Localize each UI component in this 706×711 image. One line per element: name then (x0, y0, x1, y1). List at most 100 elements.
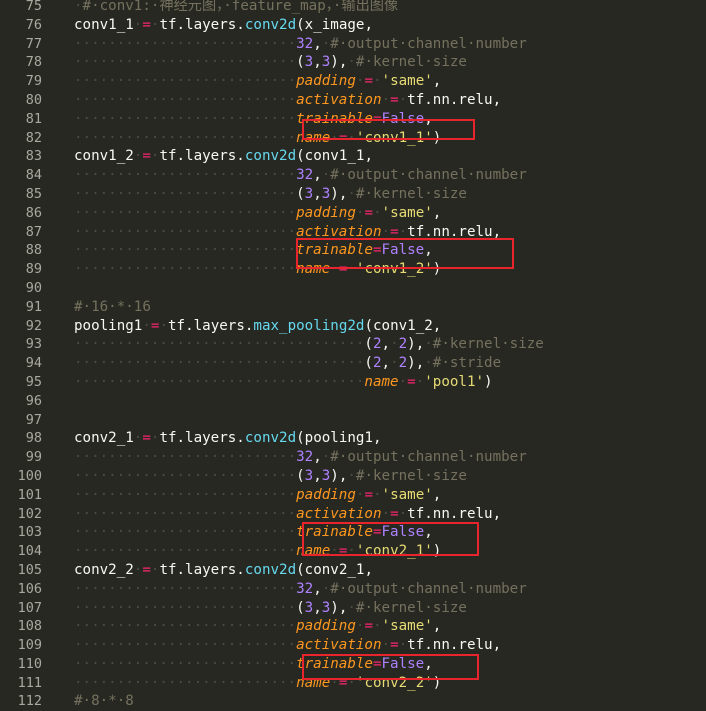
code-line[interactable]: 105 conv2_2·=·tf.layers.conv2d(conv2_1, (0, 561, 706, 580)
code-token: 32 (296, 580, 314, 597)
code-line[interactable]: 92 pooling1·=·tf.layers.max_pooling2d(con… (0, 317, 706, 336)
line-number: 94 (25, 355, 42, 372)
code-token: 'conv2_2' (355, 674, 433, 691)
code-text: ··································(2,·2)… (74, 354, 501, 373)
line-number: 75 (25, 0, 42, 14)
code-token: · (347, 467, 356, 484)
code-line[interactable]: 106 ··························32,·#·outpu… (0, 580, 706, 599)
code-text: #·8·*·8 (74, 692, 134, 711)
code-line[interactable]: 87 ··························activation·=… (0, 223, 706, 242)
code-token: tf.layers. (159, 561, 245, 578)
code-line[interactable]: 80 ··························activation·=… (0, 91, 706, 110)
code-line[interactable]: 94 ··································(2,·… (0, 354, 706, 373)
code-text: pooling1·=·tf.layers.max_pooling2d(conv1… (74, 317, 441, 336)
code-line[interactable]: 81 ··························trainable=Fa… (0, 110, 706, 129)
code-line[interactable]: 89 ··························name·=·'conv… (0, 260, 706, 279)
code-text: conv2_1·=·tf.layers.conv2d(pooling1, (74, 429, 382, 448)
code-token: , (313, 185, 322, 202)
code-line[interactable]: 104 ··························name·=·'con… (0, 542, 706, 561)
code-line[interactable]: 91 #·16·*·16 (0, 298, 706, 317)
code-token: · (330, 261, 339, 278)
line-number: 112 (17, 693, 42, 710)
code-line[interactable]: 84 ··························32,·#·output… (0, 166, 706, 185)
code-line[interactable]: 97 (0, 411, 706, 430)
code-token: activation (296, 505, 382, 522)
code-text: ··························padding·=·'sam… (74, 486, 441, 505)
code-line[interactable]: 78 ··························(3,3),·#·ker… (0, 53, 706, 72)
code-line[interactable]: 86 ··························padding·=·'s… (0, 204, 706, 223)
code-token: ·························· (74, 167, 297, 184)
code-line[interactable]: 77 ··························32,·#·output… (0, 35, 706, 54)
line-number: 111 (17, 674, 42, 691)
code-text: ··························trainable=Fals… (74, 241, 433, 260)
code-token: ·························· (74, 35, 297, 52)
code-text: ··························(3,3),·#·kerne… (74, 467, 467, 486)
line-number: 109 (17, 637, 42, 654)
code-line[interactable]: 100 ··························(3,3),·#·ke… (0, 467, 706, 486)
code-line[interactable]: 90 (0, 279, 706, 298)
code-line[interactable]: 95 ··································name… (0, 373, 706, 392)
code-editor[interactable]: 75 ·#·conv1:·神经元图，·feature_map，·输出图像 76 con… (0, 0, 706, 711)
code-text: ··························32,·#·output·c… (74, 448, 527, 467)
code-line[interactable]: 75 ·#·conv1:·神经元图，·feature_map，·输出图像 (0, 0, 706, 16)
code-text: ··························32,·#·output·c… (74, 166, 527, 185)
code-line[interactable]: 76 conv1_1·=·tf.layers.conv2d(x_image, (0, 16, 706, 35)
line-number: 79 (25, 73, 42, 90)
code-line[interactable]: 101 ··························padding·=·'… (0, 486, 706, 505)
code-line[interactable]: 88 ··························trainable=Fa… (0, 241, 706, 260)
code-line[interactable]: 112 #·8·*·8 (0, 692, 706, 711)
code-line[interactable]: 108 ··························padding·=·'… (0, 617, 706, 636)
code-token: ) (432, 129, 442, 146)
code-token: activation (296, 637, 382, 654)
code-token: (conv1_2, (364, 317, 442, 334)
code-line[interactable]: 85 ··························(3,3),·#·ker… (0, 185, 706, 204)
code-token: · (330, 129, 339, 146)
code-line[interactable]: 93 ··································(2,·… (0, 335, 706, 354)
code-line[interactable]: 111 ··························name·=·'con… (0, 674, 706, 693)
code-token: #·kernel·size (432, 336, 544, 353)
code-token: · (321, 580, 331, 597)
code-line[interactable]: 109 ··························activation·… (0, 636, 706, 655)
code-token: = (372, 242, 382, 259)
code-text: ··························activation·=·t… (74, 223, 501, 242)
line-number: 86 (25, 204, 42, 221)
code-token: = (142, 148, 151, 165)
code-line[interactable]: 96 (0, 392, 706, 411)
code-token: #·output·channel·number (330, 449, 527, 466)
code-token: · (347, 543, 356, 560)
code-line[interactable]: 83 conv1_2·=·tf.layers.conv2d(conv1_1, (0, 147, 706, 166)
code-token: ·························· (74, 185, 297, 202)
code-token: trainable (296, 655, 373, 672)
code-token: ·························· (74, 618, 297, 635)
code-token: 'same' (381, 204, 433, 221)
code-token: pooling1 (74, 317, 143, 334)
code-token: ), (330, 599, 348, 616)
code-line[interactable]: 103 ··························trainable=F… (0, 523, 706, 542)
code-line[interactable]: 79 ··························padding·=·'s… (0, 72, 706, 91)
code-text: conv2_2·=·tf.layers.conv2d(conv2_1, (74, 561, 373, 580)
code-token: = (364, 486, 373, 503)
code-token: 3 (304, 599, 314, 616)
code-line[interactable]: 82 ··························name·=·'conv… (0, 129, 706, 148)
code-text: ··························padding·=·'sam… (74, 72, 441, 91)
code-line[interactable]: 99 ··························32,·#·output… (0, 448, 706, 467)
code-token: · (321, 449, 331, 466)
code-text: ··································(2,·2)… (74, 335, 544, 354)
code-token: 3 (304, 54, 314, 71)
line-number: 91 (25, 298, 42, 315)
code-token: = (142, 430, 151, 447)
code-token: ·························· (74, 505, 297, 522)
code-token: 3 (304, 467, 314, 484)
line-number: 82 (25, 129, 42, 146)
code-line[interactable]: 98 conv2_1·=·tf.layers.conv2d(pooling1, (0, 429, 706, 448)
code-line[interactable]: 102 ··························activation·… (0, 505, 706, 524)
code-line[interactable]: 110 ··························trainable=F… (0, 655, 706, 674)
code-token: = (142, 561, 151, 578)
code-token: #·kernel·size (355, 185, 467, 202)
line-number: 102 (17, 505, 42, 522)
code-token: ) (484, 373, 493, 390)
code-token: · (347, 185, 356, 202)
code-token: ) (432, 261, 442, 278)
code-token: (conv1_1, (296, 148, 373, 165)
code-line[interactable]: 107 ··························(3,3),·#·ke… (0, 599, 706, 618)
